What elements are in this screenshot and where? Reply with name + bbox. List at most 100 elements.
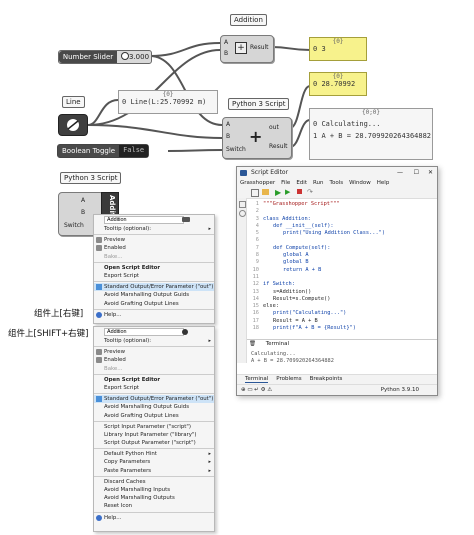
editor-menu-item[interactable]: Grasshopper — [240, 180, 275, 186]
python-version[interactable]: Python 3.9.10 — [381, 385, 419, 395]
context-menu-shift-right-click[interactable]: Tooltip (optional): ▸ PreviewEnabledBake..… — [93, 326, 215, 532]
line-number: 3 — [255, 215, 259, 222]
code-editor[interactable]: 1 """Grasshopper Script""" 2 3 class Additio… — [249, 201, 435, 337]
python-script-component[interactable]: A B Switch + out Result — [222, 117, 292, 159]
menu-item[interactable]: Export Script — [94, 272, 214, 280]
stop-icon[interactable] — [297, 189, 302, 194]
open-folder-icon[interactable] — [262, 189, 269, 195]
menu-item[interactable]: Enabled — [94, 244, 214, 252]
menu-item[interactable]: Default Python Hint ▸ — [94, 450, 214, 458]
menu-item[interactable]: Avoid Marshalling Inputs — [94, 486, 214, 494]
run-icon[interactable]: ▶ — [275, 188, 281, 197]
python2-input-switch[interactable]: Switch — [64, 222, 84, 229]
slider-grip-icon[interactable] — [121, 52, 129, 60]
minimize-icon[interactable]: — — [397, 167, 403, 179]
menu-item[interactable]: Tooltip (optional): ▸ — [94, 337, 214, 345]
line-component[interactable] — [58, 114, 88, 136]
editor-menu-item[interactable]: Help — [377, 180, 390, 186]
editor-menu-item[interactable]: Edit — [296, 180, 307, 186]
editor-menu-item[interactable]: Run — [313, 180, 324, 186]
python-output-out[interactable]: out — [269, 124, 279, 131]
editor-menu-item[interactable]: File — [281, 180, 290, 186]
editor-title: Script Editor — [251, 169, 289, 176]
python-output-result[interactable]: Result — [269, 143, 288, 150]
menu-item[interactable]: Tooltip (optional): ▸ — [94, 225, 214, 233]
menu-item-label: Enabled — [104, 245, 126, 252]
menu-item[interactable]: Help... — [94, 311, 214, 319]
menu-item[interactable]: Export Script — [94, 384, 214, 392]
explorer-icon[interactable] — [239, 201, 246, 208]
name-toggle-icon[interactable] — [182, 217, 190, 222]
menu-item-label: Avoid Grafting Output Lines — [104, 300, 179, 307]
menu-item[interactable]: Standard Output/Error Parameter ("out") — [94, 395, 214, 404]
editor-titlebar: Script Editor — ☐ ✕ — [237, 167, 437, 179]
editor-menu-item[interactable]: Tools — [330, 180, 344, 186]
menu-item[interactable]: Reset Icon — [94, 502, 214, 510]
component-name-input[interactable] — [104, 216, 184, 224]
step-icon[interactable]: ↷ — [307, 188, 313, 196]
menu-name-row — [94, 327, 214, 337]
new-file-icon[interactable] — [251, 189, 259, 197]
bottom-tab[interactable]: Terminal — [245, 376, 269, 383]
addition-input-b[interactable]: B — [224, 50, 228, 57]
menu-item[interactable]: Copy Parameters ▸ — [94, 458, 214, 466]
panel-python-out[interactable]: {0;0} 0 Calculating... 1 A + B = 28.7099… — [309, 108, 433, 160]
menu-item[interactable]: Help... — [94, 514, 214, 522]
menu-item[interactable]: Avoid Grafting Output Lines — [94, 300, 214, 308]
search-icon[interactable] — [239, 210, 246, 217]
panel-addition-result[interactable]: {0} 0 3 — [309, 37, 367, 61]
menu-item[interactable]: Discard Caches — [94, 478, 214, 486]
menu-item[interactable]: Bake... — [94, 365, 214, 373]
menu-item-label: Preview — [104, 237, 125, 244]
menu-item[interactable]: Preview — [94, 236, 214, 244]
menu-item[interactable]: Avoid Marshalling Outputs — [94, 494, 214, 502]
menu-item[interactable]: Avoid Marshalling Output Guids — [94, 291, 214, 299]
menu-item[interactable]: Avoid Grafting Output Lines — [94, 412, 214, 420]
editor-menu-item[interactable]: Window — [349, 180, 371, 186]
code-line: 14 Result=s.Compute() — [249, 296, 435, 303]
code-text: def Compute(self): — [273, 244, 331, 251]
bottom-tab[interactable]: Problems — [276, 376, 301, 382]
python-input-b[interactable]: B — [226, 133, 230, 140]
component-name-input[interactable] — [104, 328, 184, 336]
menu-item[interactable]: Open Script Editor — [94, 264, 214, 272]
menu-item[interactable]: Bake... — [94, 253, 214, 261]
python-input-a[interactable]: A — [226, 121, 230, 128]
python2-label: Python 3 Script — [60, 172, 122, 184]
menu-item[interactable]: Preview — [94, 348, 214, 356]
trash-icon[interactable]: 🗑 — [249, 341, 256, 347]
script-editor-window[interactable]: Script Editor — ☐ ✕ Grasshopper File Edit R… — [236, 166, 438, 396]
addition-component[interactable]: A B + Result — [220, 35, 274, 63]
panel-header: {0;0} — [361, 109, 381, 116]
menu-item[interactable]: Paste Parameters ▸ — [94, 467, 214, 475]
close-icon[interactable]: ✕ — [428, 167, 433, 179]
bottom-tab[interactable]: Breakpoints — [310, 376, 343, 382]
menu-item[interactable]: Script Output Parameter ("script") — [94, 439, 214, 447]
panel-line[interactable]: {0} 0 Line(L:25.70992 m) — [118, 90, 218, 114]
terminal-panel-tab[interactable]: Terminal — [266, 341, 289, 347]
panel-index: 0 — [313, 45, 318, 53]
menu-item[interactable]: Open Script Editor — [94, 376, 214, 384]
line-number: 9 — [255, 259, 259, 266]
boolean-toggle[interactable]: Boolean Toggle False — [57, 144, 150, 158]
panel-python-result[interactable]: {0} 0 28.70992 — [309, 72, 367, 96]
name-toggle-icon[interactable] — [182, 329, 188, 335]
context-menu-right-click[interactable]: Tooltip (optional): ▸ PreviewEnabledBake..… — [93, 214, 215, 324]
line-number: 8 — [255, 252, 259, 259]
menu-item[interactable]: Enabled — [94, 356, 214, 364]
maximize-icon[interactable]: ☐ — [414, 167, 419, 179]
menu-item[interactable]: Standard Output/Error Parameter ("out") — [94, 283, 214, 292]
help-icon — [96, 311, 102, 318]
debug-icon[interactable]: ▶ — [285, 188, 290, 196]
addition-output-result[interactable]: Result — [250, 44, 269, 51]
addition-input-a[interactable]: A — [224, 39, 228, 46]
number-slider[interactable]: Number Slider 3.000 — [58, 50, 152, 64]
python2-input-a[interactable]: A — [81, 197, 85, 204]
menu-item[interactable]: Library Input Parameter ("library") — [94, 431, 214, 439]
menu-item[interactable]: Avoid Marshalling Output Guids — [94, 403, 214, 411]
python-input-switch[interactable]: Switch — [226, 146, 246, 153]
terminal-line: A + B = 28.709920264364882 — [251, 358, 334, 364]
menu-item[interactable]: Script Input Parameter ("script") — [94, 423, 214, 431]
python2-input-b[interactable]: B — [81, 209, 85, 216]
toggle-value[interactable]: False — [119, 145, 149, 157]
